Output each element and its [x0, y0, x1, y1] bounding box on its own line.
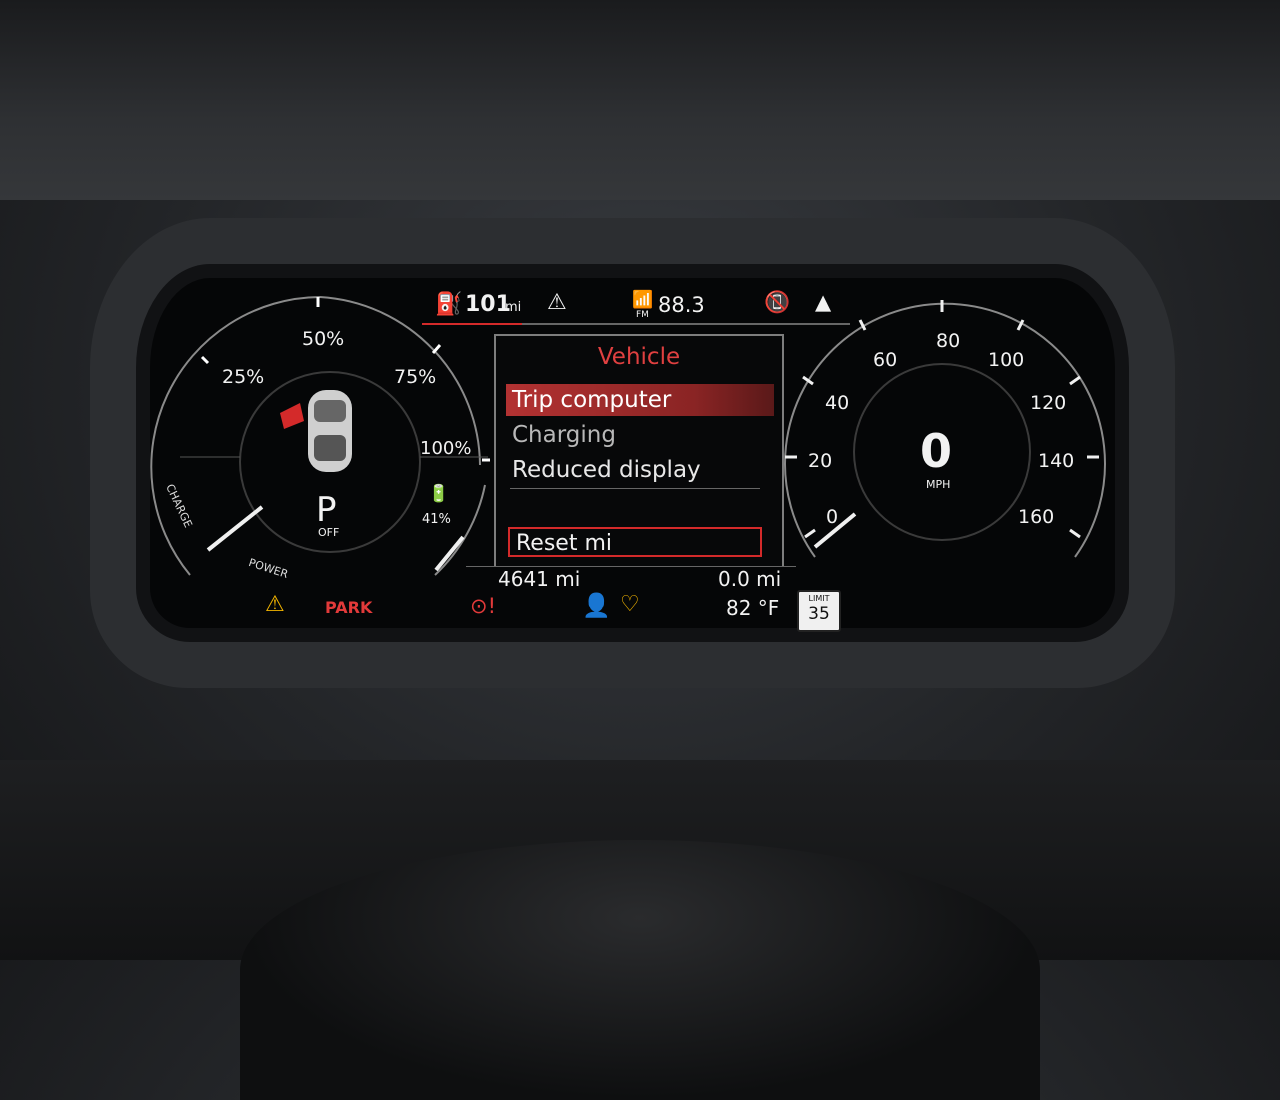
warning-triangle-bottom-icon: ⚠ — [265, 592, 285, 617]
speed-tick-80: 80 — [936, 330, 961, 352]
outside-temperature: 82 °F — [726, 596, 780, 620]
gear-indicator: P — [316, 490, 337, 530]
speed-tick-140: 140 — [1038, 450, 1075, 472]
speed-tick-100: 100 — [988, 349, 1025, 371]
charge-tick-25: 25% — [222, 366, 265, 388]
range-unit: mi — [505, 300, 522, 315]
speed-tick-20: 20 — [808, 450, 833, 472]
speed-tick-60: 60 — [873, 349, 898, 371]
radio-frequency: 88.3 — [658, 293, 705, 317]
battery-plug-icon: 🔋 — [428, 484, 450, 504]
charge-tick-100: 100% — [420, 438, 472, 459]
charge-tick-50: 50% — [302, 328, 345, 350]
menu-divider — [510, 488, 760, 489]
radio-signal-icon: 📶 — [632, 290, 654, 310]
radio-band: FM — [636, 310, 649, 320]
door-open-icon — [280, 403, 304, 429]
speed-limit-sign: LIMIT 35 — [797, 590, 841, 632]
charge-tick-75: 75% — [394, 366, 437, 388]
speed-tick-0: 0 — [826, 506, 839, 528]
dashboard-hood — [0, 0, 1280, 200]
steering-wheel — [240, 840, 1040, 1100]
speed-unit: MPH — [926, 478, 951, 491]
speed-tick-160: 160 — [1018, 506, 1055, 528]
speed-readout: 0 — [920, 424, 953, 478]
steering-warning-icon: ⊙! — [470, 594, 497, 618]
menu-item-charging[interactable]: Charging — [506, 419, 774, 451]
park-indicator: PARK — [325, 598, 373, 617]
heart-plus-icon: ♡ — [620, 592, 640, 617]
menu-item-reduced-display[interactable]: Reduced display — [506, 454, 774, 486]
speed-limit-label: LIMIT — [808, 594, 830, 603]
speed-tick-120: 120 — [1030, 392, 1067, 414]
car-top-view-icon — [308, 390, 352, 472]
reset-mi-button[interactable]: Reset mi — [508, 527, 762, 557]
trip-distance: 0.0 mi — [718, 567, 782, 591]
menu-title: Vehicle — [597, 344, 681, 370]
menu-item-trip-computer[interactable]: Trip computer — [506, 384, 774, 416]
speed-limit-value: 35 — [808, 604, 830, 624]
battery-percent: 41% — [422, 512, 451, 527]
odometer: 4641 mi — [498, 567, 581, 591]
charging-station-icon: ⛽ — [435, 292, 463, 317]
gear-state: OFF — [318, 526, 340, 539]
status-bar-active-segment — [422, 323, 522, 325]
seatbelt-icon: 👤 — [582, 593, 611, 619]
warning-triangle-icon[interactable]: ⚠ — [547, 290, 567, 315]
speed-tick-40: 40 — [825, 392, 850, 414]
